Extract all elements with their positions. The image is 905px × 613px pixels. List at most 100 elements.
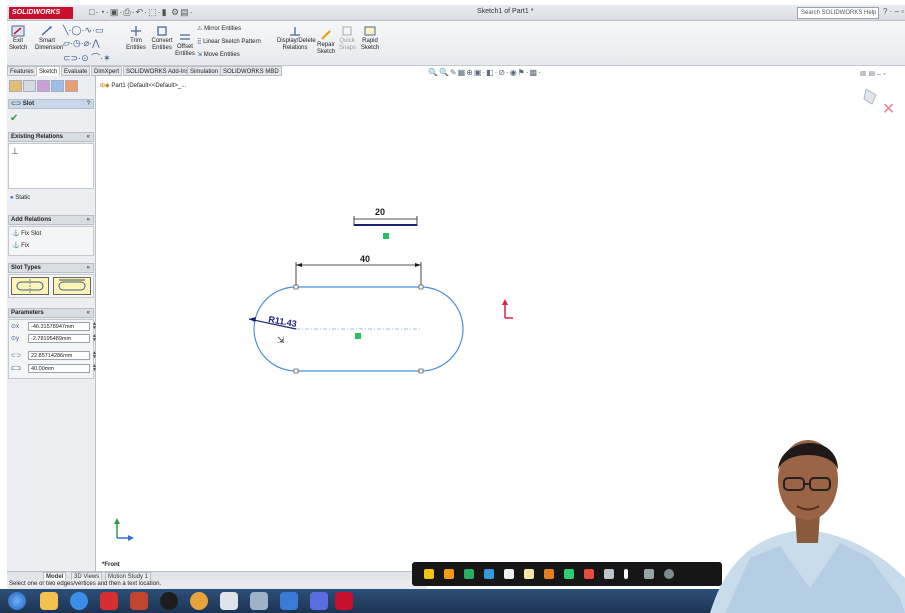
- search-help-input[interactable]: Search SOLIDWORKS Help: [797, 7, 879, 19]
- straight-slot-overall-type-icon[interactable]: [53, 277, 91, 295]
- feature-tree-flyout[interactable]: ⊞◆ Part1 (Default<<Default>_...: [100, 82, 186, 89]
- convert-entities-label: Convert Entities: [151, 38, 173, 51]
- feature-manager-tab-icon[interactable]: [9, 80, 22, 92]
- slot-length-field[interactable]: 40.00mm: [28, 364, 90, 373]
- part-name: Part1 (Default<<Default>_...: [111, 83, 187, 89]
- red-pen-tool-icon[interactable]: [584, 569, 594, 579]
- offset-entities-button[interactable]: Offset Entities: [175, 31, 195, 58]
- property-manager-tab-icon[interactable]: [23, 80, 36, 92]
- pen-green-tool-icon[interactable]: [464, 569, 474, 579]
- center-y-field[interactable]: -2.78195489mm: [28, 334, 90, 343]
- title-bar: SOLIDWORKS □·◔·▣·⎙·↶·⬚·▮ ⚙▤· Sketch1 of …: [7, 5, 905, 21]
- sketch-draw-tools[interactable]: ╲·◯·∿·▭: [63, 25, 104, 36]
- rapid-sketch-button[interactable]: Rapid Sketch: [359, 25, 381, 52]
- tab-features[interactable]: Features: [7, 66, 37, 76]
- manager-tabs: [9, 80, 93, 93]
- screen-tool-icon[interactable]: [644, 569, 654, 579]
- tab-addins[interactable]: SOLIDWORKS Add-Ins: [123, 66, 192, 76]
- window-controls[interactable]: ? · – ▫: [883, 7, 904, 16]
- highlighter-tool-icon[interactable]: [444, 569, 454, 579]
- pm-title: Slot: [22, 101, 35, 107]
- config-manager-tab-icon[interactable]: [37, 80, 50, 92]
- convert-entities-button[interactable]: Convert Entities: [149, 25, 175, 52]
- tab-sketch[interactable]: Sketch: [36, 66, 61, 76]
- file-explorer-icon[interactable]: [40, 592, 58, 610]
- straight-slot-center-type-icon[interactable]: [11, 277, 49, 295]
- trim-entities-button[interactable]: Trim Entities: [125, 25, 147, 52]
- exit-sketch-button[interactable]: Exit Sketch: [9, 25, 27, 52]
- property-manager-panel: ⊂⊃ Slot? ✔ Existing Relations « ⊥ ● Stati…: [7, 76, 97, 571]
- window-title: Sketch1 of Part1 *: [477, 8, 534, 15]
- pen-blue-tool-icon[interactable]: [484, 569, 494, 579]
- command-tabs: Features Sketch Evaluate DimXpert SOLIDW…: [7, 66, 282, 76]
- status-label: Static: [15, 195, 31, 201]
- slot-width-field[interactable]: 22.85714286mm: [28, 351, 90, 360]
- annotation-toolbar: [412, 562, 722, 586]
- close-tool-icon[interactable]: [664, 569, 674, 579]
- chrome-icon[interactable]: [190, 592, 208, 610]
- tab-simulation[interactable]: Simulation: [187, 66, 222, 76]
- slot-types-header[interactable]: Slot Types «: [8, 263, 94, 273]
- display-manager-tab-icon[interactable]: [65, 80, 78, 92]
- convert-entities-icon: [157, 26, 167, 36]
- ok-checkmark-icon[interactable]: ✔: [10, 113, 18, 124]
- existing-relations-header[interactable]: Existing Relations «: [8, 132, 94, 142]
- document-app-icon[interactable]: [280, 592, 298, 610]
- sketch-slot-tools[interactable]: ⊂⊃·⊙ ⌒·✶: [63, 51, 111, 64]
- quick-snaps-button[interactable]: Quick Snaps: [339, 25, 356, 52]
- cursor-tool-icon[interactable]: [604, 569, 614, 579]
- trim-entities-label: Trim Entities: [126, 38, 146, 51]
- existing-relations-list[interactable]: ⊥: [8, 143, 94, 189]
- sketch-shape-tools[interactable]: ▱·◷·⌀·⋀: [63, 38, 100, 49]
- linear-sketch-pattern-button[interactable]: ⣿ Linear Sketch Pattern: [197, 38, 261, 45]
- dimxpert-manager-tab-icon[interactable]: [51, 80, 64, 92]
- offset-entities-label: Offset Entities: [175, 44, 195, 57]
- center-x-icon: ⊙x: [11, 324, 20, 330]
- fix-slot-label: Fix Slot: [21, 231, 42, 237]
- marker-tool-icon[interactable]: [524, 569, 534, 579]
- fix-icon: ⚓: [12, 243, 20, 249]
- mirror-entities-button[interactable]: ⚠ Mirror Entities: [197, 25, 241, 32]
- brush-tool-icon[interactable]: [544, 569, 554, 579]
- repair-sketch-icon: [321, 30, 331, 40]
- chat-app-icon[interactable]: [250, 592, 268, 610]
- camera-app-icon[interactable]: [160, 592, 178, 610]
- fix-slot-option[interactable]: ⚓ Fix Slot: [12, 230, 41, 237]
- parameters-header[interactable]: Parameters «: [8, 308, 94, 318]
- eraser-tool-icon[interactable]: [504, 569, 514, 579]
- start-button-icon[interactable]: [8, 592, 26, 610]
- pdf-reader-icon[interactable]: [100, 592, 118, 610]
- repair-sketch-button[interactable]: Repair Sketch: [315, 29, 337, 56]
- sketch-status: ● Static: [10, 195, 30, 201]
- add-relations-header[interactable]: Add Relations «: [8, 215, 94, 225]
- existing-relations-title: Existing Relations: [11, 134, 64, 140]
- utility-app-icon[interactable]: [310, 592, 328, 610]
- help-icon[interactable]: ?: [87, 100, 90, 109]
- internet-explorer-icon[interactable]: [70, 592, 88, 610]
- solidworks-taskbar-icon[interactable]: [335, 592, 353, 610]
- slot-types-options: [8, 274, 94, 298]
- solidworks-logo[interactable]: SOLIDWORKS: [9, 7, 73, 19]
- quick-access-toolbar[interactable]: □·◔·▣·⎙·↶·⬚·▮ ⚙▤·: [89, 7, 194, 18]
- bottom-tabs: Model 3D Views Motion Study 1: [7, 571, 427, 581]
- exit-sketch-label: Exit Sketch: [9, 38, 28, 51]
- pointer-tool-icon[interactable]: [424, 569, 434, 579]
- excel-icon[interactable]: [220, 592, 238, 610]
- powerpoint-icon[interactable]: [130, 592, 148, 610]
- green-pen-tool-icon[interactable]: [564, 569, 574, 579]
- fix-label: Fix: [21, 243, 30, 249]
- smart-dimension-button[interactable]: Smart Dimension: [35, 25, 63, 52]
- relations-icon: [290, 27, 300, 36]
- fix-option[interactable]: ⚓ Fix: [12, 242, 29, 249]
- move-entities-button[interactable]: ⇲ Move Entities: [197, 51, 240, 58]
- center-x-field[interactable]: -46.31578947mm: [28, 322, 90, 331]
- slot-width-spinner[interactable]: ▲ ▼: [92, 351, 97, 360]
- slot-length-spinner[interactable]: ▲ ▼: [92, 364, 97, 373]
- tab-mbd[interactable]: SOLIDWORKS MBD: [220, 66, 282, 76]
- tab-dimxpert[interactable]: DimXpert: [91, 66, 123, 76]
- center-x-spinner[interactable]: ▲ ▼: [92, 322, 97, 331]
- offset-entities-icon: [180, 34, 190, 40]
- tab-evaluate[interactable]: Evaluate: [61, 66, 91, 76]
- display-delete-relations-button[interactable]: Display/Delete Relations: [277, 25, 316, 52]
- center-y-spinner[interactable]: ▲ ▼: [92, 334, 97, 343]
